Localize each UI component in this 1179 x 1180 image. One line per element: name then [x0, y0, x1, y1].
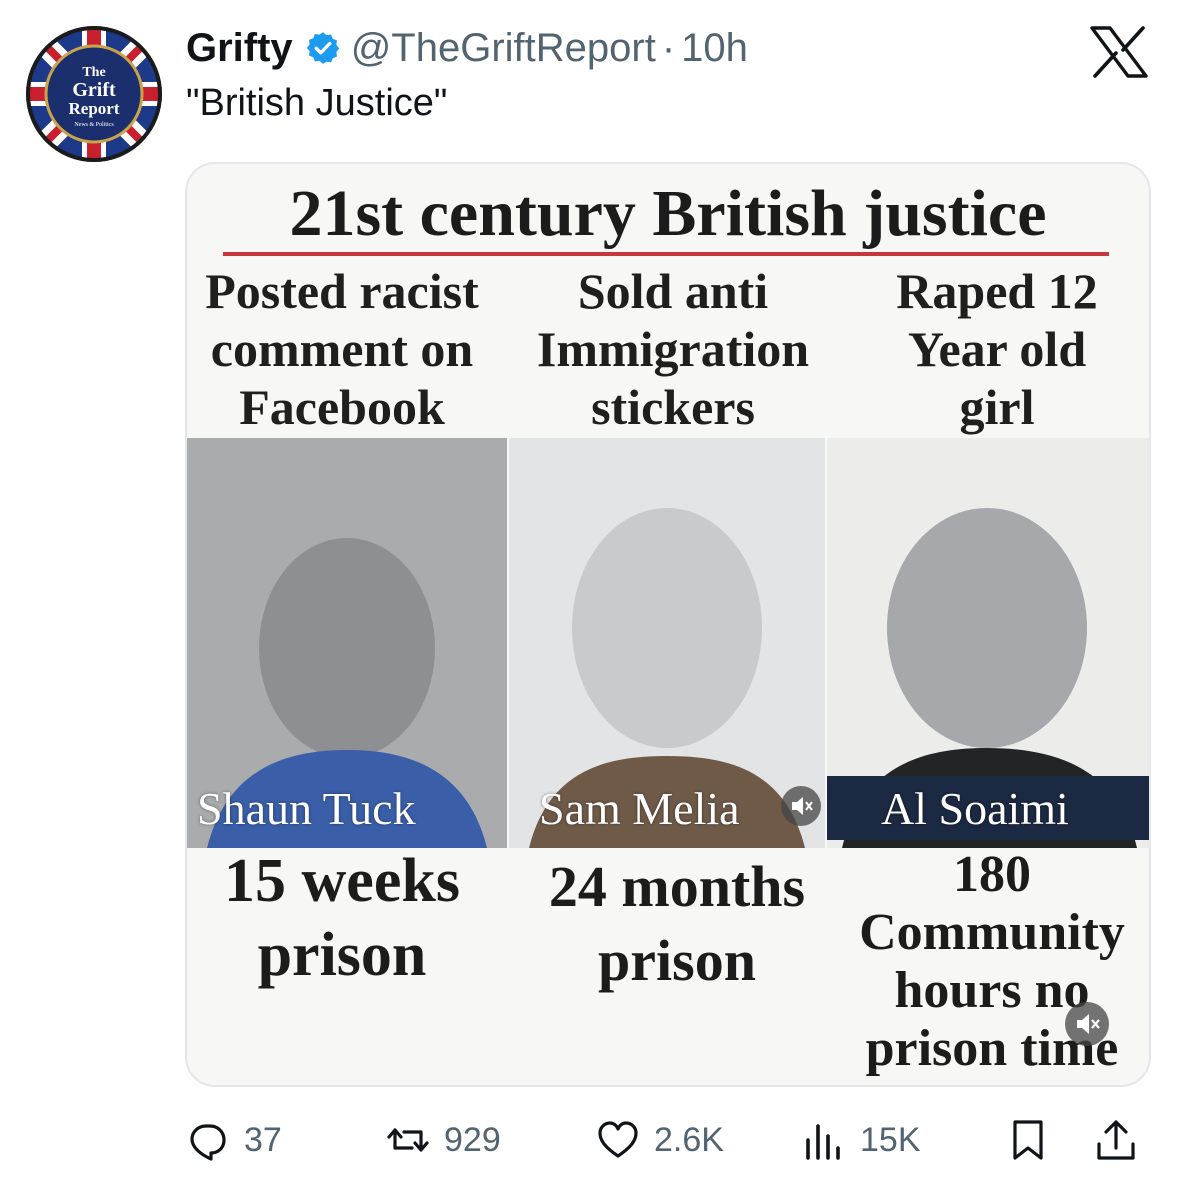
header-line: Sold anti [577, 263, 769, 319]
reply-icon [190, 1124, 226, 1161]
header-line: Immigration [536, 321, 810, 377]
header-line: comment on [210, 321, 474, 377]
sentence-line: 24 months [548, 854, 806, 919]
avatar-text-grift: Grift [72, 79, 116, 101]
sentence-1: 15 weeks prison [187, 844, 497, 992]
author-handle[interactable]: @TheGriftReport [351, 26, 656, 71]
sentence-2: 24 months prison [517, 850, 837, 998]
action-bar: 37 929 2.6K 15K [186, 1110, 1146, 1170]
column-3-header: Raped 12 Year old girl [847, 262, 1147, 436]
avatar-text-tagline: News & Politics [74, 122, 114, 128]
timestamp[interactable]: 10h [681, 26, 748, 71]
header-line: Year old [907, 321, 1087, 377]
tweet-header: Grifty @TheGriftReport · 10h [186, 24, 748, 72]
like-icon [598, 1121, 638, 1158]
reply-count: 37 [244, 1120, 282, 1159]
views-icon [806, 1124, 840, 1160]
avatar-text-the: The [82, 65, 105, 80]
repost-icon [387, 1128, 429, 1152]
bookmark-icon [1013, 1120, 1043, 1160]
share-icon [1097, 1120, 1135, 1160]
repost-button[interactable]: 929 [386, 1110, 501, 1170]
like-button[interactable]: 2.6K [596, 1110, 724, 1170]
tweet-text: "British Justice" [186, 82, 448, 124]
sentence-line: 15 weeks [224, 847, 460, 915]
repost-count: 929 [444, 1120, 501, 1159]
column-2-header: Sold anti Immigration stickers [503, 262, 843, 436]
header-line: stickers [591, 379, 755, 435]
avatar[interactable]: The Grift Report News & Politics [26, 26, 162, 162]
sentence-line: 180 [953, 846, 1031, 903]
mute-icon[interactable] [1065, 1002, 1109, 1046]
like-count: 2.6K [654, 1120, 724, 1159]
tweet-image[interactable]: 21st century British justice Posted raci… [185, 162, 1151, 1087]
x-logo-icon [1090, 26, 1148, 78]
person-name-2: Sam Melia [539, 783, 740, 834]
title-divider [223, 252, 1109, 256]
sentence-line: Community [859, 904, 1125, 961]
person-name-1: Shaun Tuck [197, 783, 416, 834]
author-name[interactable]: Grifty [186, 26, 293, 71]
views-button[interactable]: 15K [802, 1110, 921, 1170]
person-name-3: Al Soaimi [881, 783, 1069, 834]
header-line: Facebook [239, 379, 445, 435]
reply-button[interactable]: 37 [186, 1110, 282, 1170]
share-button[interactable] [1094, 1110, 1138, 1170]
separator-dot: · [661, 25, 676, 70]
avatar-text-report: Report [69, 99, 120, 118]
sentence-line: prison [257, 921, 427, 989]
column-1-header: Posted racist comment on Facebook [187, 262, 497, 436]
verified-badge-icon [305, 30, 341, 66]
header-line: Raped 12 [896, 263, 1098, 319]
sentence-line: prison [598, 928, 756, 993]
bookmark-button[interactable] [1006, 1110, 1050, 1170]
image-title: 21st century British justice [289, 177, 1047, 250]
mute-icon[interactable] [781, 786, 821, 826]
views-count: 15K [860, 1120, 921, 1159]
header-line: girl [959, 379, 1035, 435]
header-line: Posted racist [205, 263, 479, 319]
